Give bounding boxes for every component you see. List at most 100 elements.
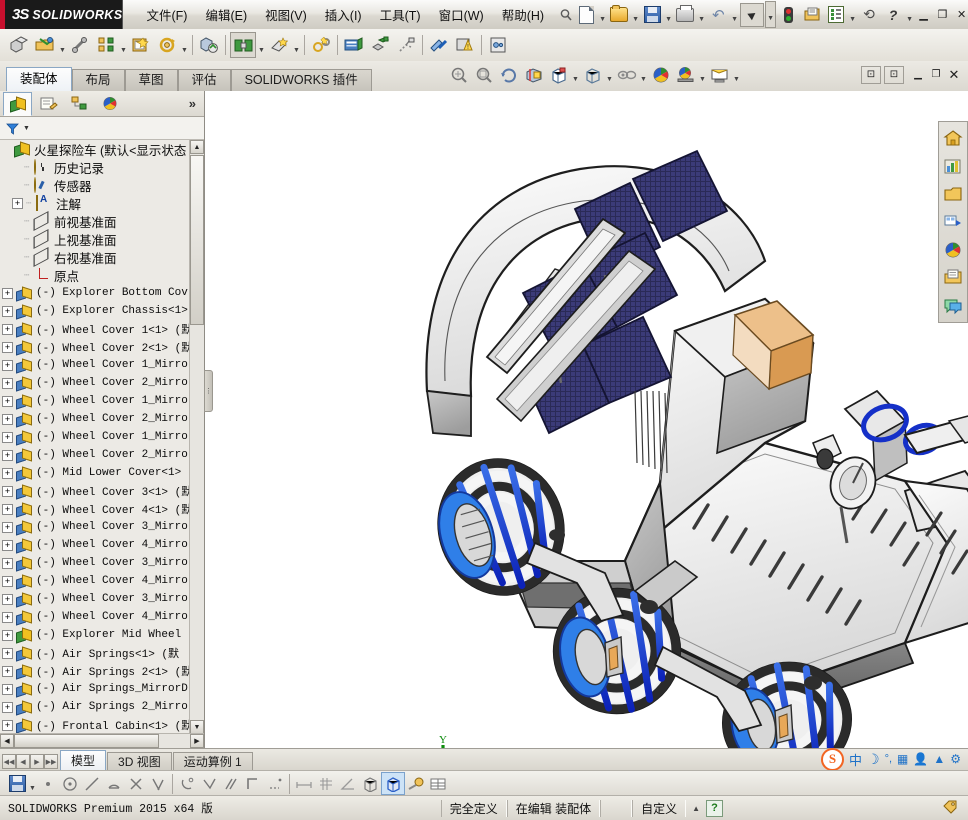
new-motion-study-icon[interactable]	[309, 33, 333, 57]
construction-geometry-icon[interactable]	[264, 773, 286, 794]
tree-expander[interactable]: +	[2, 702, 13, 713]
tree-scroll-right-button[interactable]: ▶	[190, 734, 204, 748]
close-button[interactable]: ✕	[953, 7, 968, 22]
tab-layout[interactable]: 布局	[72, 69, 125, 91]
tree-item-component[interactable]: +(-) Wheel Cover 1<1> (默	[0, 320, 190, 338]
tree-item-component[interactable]: +(-) Wheel Cover 3_Mirro	[0, 590, 190, 608]
linear-pattern-dropdown[interactable]: ▼	[119, 32, 128, 59]
tree-expander[interactable]: +	[2, 432, 13, 443]
display-style-dropdown[interactable]: ▼	[605, 61, 614, 88]
save-dropdown[interactable]: ▼	[664, 1, 673, 28]
tab-motion-study-1[interactable]: 运动算例 1	[173, 752, 253, 771]
tree-item-component[interactable]: +(-) Explorer Bottom Cov	[0, 284, 190, 302]
property-manager-tab[interactable]	[34, 92, 63, 116]
doc-minimize-button[interactable]: ▁	[909, 67, 927, 83]
perpendicular-icon[interactable]	[198, 773, 220, 794]
filter-dropdown-arrow[interactable]: ▼	[23, 125, 30, 132]
status-help-button[interactable]: ?	[706, 800, 723, 817]
tree-expander[interactable]: +	[2, 612, 13, 623]
pin-icon[interactable]	[559, 4, 573, 26]
tree-expander[interactable]: +	[2, 468, 13, 479]
table-icon[interactable]	[427, 773, 449, 794]
menu-tools[interactable]: 工具(T)	[371, 1, 430, 28]
new-document-button[interactable]	[575, 4, 597, 26]
sogou-ime-logo[interactable]: S	[821, 748, 844, 771]
appearances-scenes-icon[interactable]	[940, 237, 966, 263]
feature-manager-more-tabs[interactable]: »	[189, 96, 204, 111]
hide-show-items-icon[interactable]	[614, 63, 639, 87]
zoom-to-area-icon[interactable]	[471, 63, 496, 87]
smart-dimension-icon[interactable]	[293, 773, 315, 794]
open-document-button[interactable]	[608, 4, 630, 26]
ime-chinese-mode-icon[interactable]: 中	[849, 750, 862, 769]
ime-soft-keyboard-icon[interactable]: ▦	[897, 752, 908, 766]
ime-skin-icon[interactable]: ▲	[933, 752, 945, 766]
design-library-icon[interactable]	[940, 153, 966, 179]
menu-help[interactable]: 帮助(H)	[493, 1, 553, 28]
menu-view[interactable]: 视图(V)	[256, 1, 316, 28]
tree-expander[interactable]: +	[2, 396, 13, 407]
view-settings-icon[interactable]	[707, 63, 732, 87]
menu-insert[interactable]: 插入(I)	[316, 1, 371, 28]
print-button[interactable]	[674, 4, 696, 26]
point-icon[interactable]	[37, 773, 59, 794]
hole-alignment-icon[interactable]	[486, 33, 510, 57]
tree-item-component[interactable]: +(-) Wheel Cover 2_Mirro	[0, 410, 190, 428]
view-orientation-dropdown[interactable]: ▼	[571, 61, 580, 88]
tree-expander[interactable]: +	[2, 666, 13, 677]
tree-item-component[interactable]: +(-) Wheel Cover 1_Mirro	[0, 356, 190, 374]
tree-expander[interactable]: +	[2, 486, 13, 497]
tree-hscroll-thumb[interactable]	[14, 734, 159, 748]
assembly-features-dropdown[interactable]: ▼	[257, 32, 266, 59]
tree-item-right-plane[interactable]: ┄右视基准面	[0, 248, 190, 266]
tree-expander[interactable]: +	[2, 360, 13, 371]
tab-model[interactable]: 模型	[60, 750, 106, 771]
circle-icon[interactable]	[59, 773, 81, 794]
undo-button[interactable]: ↷	[707, 4, 729, 26]
help-question-icon[interactable]: ?	[882, 4, 904, 26]
interference-detection-icon[interactable]	[427, 33, 451, 57]
tree-item-component[interactable]: +(-) Wheel Cover 3<1> (默	[0, 482, 190, 500]
save-dropdown-b[interactable]: ▼	[28, 770, 37, 797]
corner-icon[interactable]	[242, 773, 264, 794]
tangent-icon[interactable]	[176, 773, 198, 794]
reference-geometry-dropdown[interactable]: ▼	[292, 32, 301, 59]
ime-toolbox-icon[interactable]: ⚙	[950, 752, 961, 766]
tree-item-origin[interactable]: ┄原点	[0, 266, 190, 284]
reference-geometry-icon[interactable]	[267, 33, 291, 57]
tree-scroll-thumb[interactable]	[190, 155, 204, 325]
ime-moon-icon[interactable]: ☽	[867, 751, 880, 768]
tree-root-assembly[interactable]: 火星探险车 (默认<显示状态	[0, 140, 190, 158]
bill-of-materials-icon[interactable]	[342, 33, 366, 57]
tree-item-component[interactable]: +(-) Wheel Cover 4_Mirro	[0, 608, 190, 626]
featuremanager-design-tree-tab[interactable]	[3, 92, 32, 116]
select-dropdown[interactable]: ▼	[765, 1, 776, 28]
tab-evaluate[interactable]: 评估	[178, 69, 231, 91]
tree-item-annotations[interactable]: +┄注解	[0, 194, 190, 212]
shaded-icon[interactable]	[381, 772, 405, 795]
assembly-features-icon[interactable]	[230, 32, 256, 58]
panel-splitter-handle[interactable]: ⋮	[204, 370, 213, 412]
file-explorer-icon[interactable]	[940, 181, 966, 207]
tree-expander[interactable]: +	[2, 540, 13, 551]
ime-user-icon[interactable]: 👤	[913, 752, 928, 766]
coincident-icon[interactable]	[125, 773, 147, 794]
file-properties-button[interactable]	[801, 4, 823, 26]
save-button[interactable]	[641, 4, 663, 26]
doc-close-button[interactable]: ✕	[945, 67, 963, 83]
show-hidden-components-icon[interactable]	[197, 33, 221, 57]
edit-component-icon[interactable]	[33, 33, 57, 57]
tree-item-component[interactable]: +(-) Explorer Chassis<1>	[0, 302, 190, 320]
tab-solidworks-addins[interactable]: SOLIDWORKS 插件	[231, 69, 372, 91]
display-style-icon[interactable]	[580, 63, 605, 87]
first-tab-button[interactable]: ◀◀	[2, 754, 16, 769]
restore-button[interactable]: ❐	[934, 7, 951, 22]
tree-scroll-down-button[interactable]: ▼	[190, 720, 204, 734]
menu-edit[interactable]: 编辑(E)	[196, 1, 256, 28]
tree-item-component[interactable]: +(-) Air Springs<1> (默	[0, 644, 190, 662]
tree-item-component[interactable]: +(-) Wheel Cover 2_Mirro	[0, 374, 190, 392]
tree-item-top-plane[interactable]: ┄上视基准面	[0, 230, 190, 248]
tab-assembly[interactable]: 装配体	[6, 67, 72, 91]
status-units[interactable]: 自定义	[632, 800, 686, 817]
tab-3d-views[interactable]: 3D 视图	[107, 752, 172, 771]
